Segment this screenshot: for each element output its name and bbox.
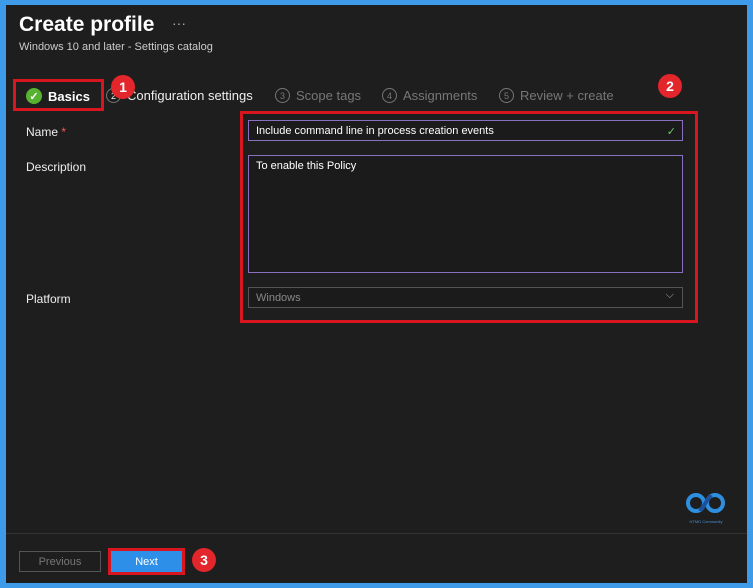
step-number: 4 [382,88,397,103]
name-label: Name * [26,125,66,139]
description-textarea[interactable]: To enable this Policy [248,155,683,273]
highlight-box [13,79,104,111]
tab-assignments[interactable]: 4 Assignments [382,88,477,103]
tab-label: Review + create [520,88,614,103]
platform-label: Platform [26,292,71,306]
page-title: Create profile [19,13,154,37]
next-button[interactable]: Next [111,551,182,572]
more-options-button[interactable]: ··· [172,15,186,31]
tab-label: Scope tags [296,88,361,103]
htmd-logo: HTMD Community [686,492,726,524]
previous-button[interactable]: Previous [19,551,101,572]
footer-divider [6,533,747,534]
create-profile-window: Create profile ··· Windows 10 and later … [6,5,747,583]
platform-select[interactable]: Windows⌵ [248,287,683,308]
step-number: 5 [499,88,514,103]
tab-label: Configuration settings [127,88,253,103]
name-input[interactable]: Include command line in process creation… [248,120,683,141]
step-number: 3 [275,88,290,103]
tab-scope-tags[interactable]: 3 Scope tags [275,88,361,103]
valid-check-icon: ✓ [667,125,676,138]
page-subtitle: Windows 10 and later - Settings catalog [19,41,213,53]
annotation-badge: 2 [658,74,682,98]
annotation-badge: 1 [111,75,135,99]
description-label: Description [26,160,86,174]
chevron-down-icon: ⌵ [666,289,674,302]
tab-review-create[interactable]: 5 Review + create [499,88,614,103]
tab-label: Assignments [403,88,477,103]
annotation-badge: 3 [192,548,216,572]
